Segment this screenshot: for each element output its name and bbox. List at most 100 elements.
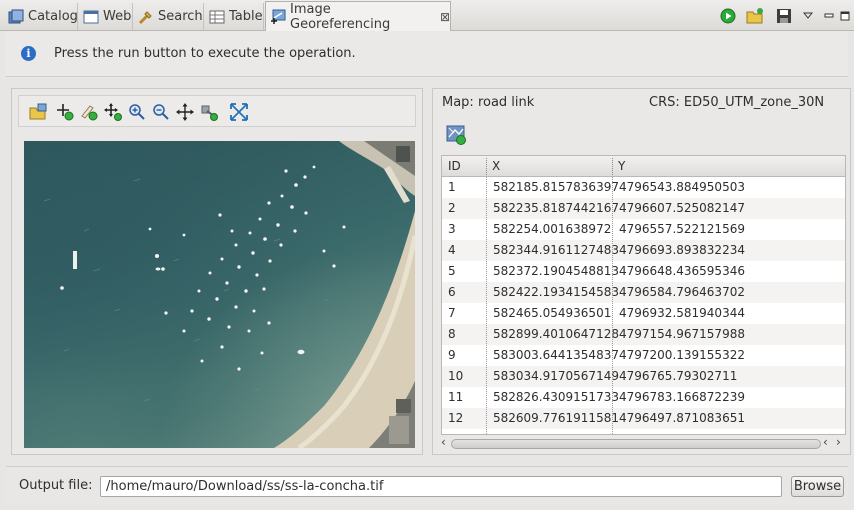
map-name-label: Map: road link bbox=[442, 95, 535, 110]
aerial-image-view[interactable] bbox=[24, 141, 415, 448]
cell-x: 582344.9161127483 bbox=[493, 243, 619, 257]
table-row[interactable]: 4 582344.9161127483 4796693.893832234 bbox=[442, 240, 845, 261]
select-point-icon[interactable] bbox=[200, 103, 218, 121]
cell-x: 583003.6441354837 bbox=[493, 348, 619, 362]
column-separator[interactable] bbox=[486, 158, 487, 175]
cell-y: 4796497.871083651 bbox=[619, 411, 745, 425]
table-row[interactable]: 1 582185.8157836397 4796543.884950503 bbox=[442, 177, 845, 198]
web-icon bbox=[83, 9, 99, 25]
scrollbar-thumb[interactable] bbox=[451, 439, 821, 449]
crs-label: CRS: ED50_UTM_zone_30N bbox=[649, 95, 825, 110]
zoom-out-icon[interactable] bbox=[152, 103, 170, 121]
tab-search[interactable]: Search bbox=[134, 3, 204, 30]
cell-y: 4797200.139155322 bbox=[619, 348, 745, 362]
cell-x: 582465.054936501 bbox=[493, 306, 612, 320]
cell-x: 582185.8157836397 bbox=[493, 180, 619, 194]
add-control-point-icon bbox=[446, 125, 466, 145]
horizontal-scrollbar[interactable]: ‹ ‹ › bbox=[441, 435, 846, 451]
aerial-image bbox=[24, 141, 415, 448]
cell-id: 6 bbox=[448, 285, 456, 299]
table-row[interactable]: 8 582899.4010647128 4797154.967157988 bbox=[442, 324, 845, 345]
zoom-extent-icon[interactable] bbox=[230, 103, 248, 121]
cell-y: 4796783.166872239 bbox=[619, 390, 745, 404]
message-text: Press the run button to execute the oper… bbox=[54, 46, 356, 61]
cell-id: 9 bbox=[448, 348, 456, 362]
table-row[interactable]: 11 582826.4309151733 4796783.166872239 bbox=[442, 387, 845, 408]
column-header-id[interactable]: ID bbox=[448, 159, 461, 173]
output-file-label: Output file: bbox=[19, 478, 93, 493]
cell-id: 10 bbox=[448, 369, 464, 383]
tab-image-georeferencing[interactable]: Image Georeferencing ⊠ bbox=[265, 1, 451, 32]
cell-id: 4 bbox=[448, 243, 456, 257]
cell-y: 4796584.796463702 bbox=[619, 285, 745, 299]
tab-table[interactable]: Table bbox=[205, 3, 264, 30]
table-body: 1 582185.8157836397 4796543.884950503 2 582… bbox=[442, 177, 845, 434]
cell-x: 582254.001638972 bbox=[493, 222, 612, 236]
cell-id: 11 bbox=[448, 390, 464, 404]
cell-x: 582372.1904548813 bbox=[493, 264, 619, 278]
save-icon bbox=[777, 9, 791, 23]
column-header-y[interactable]: Y bbox=[618, 159, 625, 173]
add-control-point-button[interactable] bbox=[445, 124, 467, 146]
cell-x: 582609.7761911581 bbox=[493, 411, 619, 425]
table-row[interactable]: 9 583003.6441354837 4797200.139155322 bbox=[442, 345, 845, 366]
cell-x: 582235.8187442167 bbox=[493, 201, 619, 215]
cell-x: 583034.9170567149 bbox=[493, 369, 619, 383]
browse-button[interactable]: Browse bbox=[791, 476, 844, 497]
table-row[interactable]: 2 582235.8187442167 4796607.525082147 bbox=[442, 198, 845, 219]
tab-web-label: Web bbox=[103, 9, 132, 24]
pan-icon[interactable] bbox=[176, 103, 194, 121]
image-pane bbox=[11, 88, 423, 455]
scroll-left-end-icon[interactable]: ‹ bbox=[823, 435, 828, 449]
cell-id: 2 bbox=[448, 201, 456, 215]
column-separator[interactable] bbox=[612, 158, 613, 175]
cell-y: 4796543.884950503 bbox=[619, 180, 745, 194]
view-menu-button[interactable] bbox=[801, 6, 815, 26]
edit-point-icon[interactable] bbox=[80, 103, 98, 121]
tab-web[interactable]: Web bbox=[79, 3, 133, 30]
tab-catalog[interactable]: Catalog bbox=[4, 3, 78, 30]
view-menu-icon bbox=[803, 12, 813, 19]
scroll-right-icon[interactable]: › bbox=[836, 435, 841, 449]
output-file-field[interactable] bbox=[100, 476, 782, 497]
move-point-icon[interactable] bbox=[104, 103, 122, 121]
minimize-icon bbox=[824, 13, 834, 18]
close-tab-icon[interactable]: ⊠ bbox=[440, 10, 450, 24]
table-row[interactable]: 7 582465.054936501 4796932.581940344 bbox=[442, 303, 845, 324]
maximize-button[interactable] bbox=[838, 6, 852, 26]
info-icon: i bbox=[21, 46, 36, 61]
cell-y: 4796557.522121569 bbox=[619, 222, 745, 236]
search-icon bbox=[138, 9, 154, 25]
tab-table-label: Table bbox=[229, 9, 263, 24]
column-header-x[interactable]: X bbox=[492, 159, 500, 173]
georeferencing-icon bbox=[270, 9, 286, 25]
run-button[interactable] bbox=[718, 6, 738, 26]
catalog-icon bbox=[8, 9, 24, 25]
cell-id: 1 bbox=[448, 180, 456, 194]
scroll-left-icon[interactable]: ‹ bbox=[441, 435, 446, 449]
open-button[interactable] bbox=[745, 6, 765, 26]
table-row[interactable]: 3 582254.001638972 4796557.522121569 bbox=[442, 219, 845, 240]
control-points-pane: Map: road link CRS: ED50_UTM_zone_30N ID… bbox=[432, 88, 851, 455]
save-button[interactable] bbox=[774, 6, 794, 26]
open-folder-icon bbox=[746, 8, 763, 24]
message-bar: i Press the run button to execute the op… bbox=[6, 31, 848, 77]
minimize-button[interactable] bbox=[822, 6, 836, 26]
add-point-icon[interactable] bbox=[56, 103, 74, 121]
cell-y: 4796648.436595346 bbox=[619, 264, 745, 278]
cell-y: 4796932.581940344 bbox=[619, 306, 745, 320]
table-row[interactable]: 6 582422.1934154583 4796584.796463702 bbox=[442, 282, 845, 303]
tab-image-georeferencing-label: Image Georeferencing bbox=[290, 1, 391, 32]
zoom-in-icon[interactable] bbox=[128, 103, 146, 121]
cell-id: 3 bbox=[448, 222, 456, 236]
cell-y: 4796607.525082147 bbox=[619, 201, 745, 215]
table-row[interactable]: 5 582372.1904548813 4796648.436595346 bbox=[442, 261, 845, 282]
maximize-icon bbox=[840, 11, 850, 21]
tab-catalog-label: Catalog bbox=[28, 9, 78, 24]
control-points-table[interactable]: ID X Y 1 582185.8157836397 4796543.8849505… bbox=[441, 155, 846, 435]
table-row[interactable]: 10 583034.9170567149 4796765.79302711 bbox=[442, 366, 845, 387]
table-row[interactable]: 12 582609.7761911581 4796497.871083651 bbox=[442, 408, 845, 429]
cell-id: 8 bbox=[448, 327, 456, 341]
open-image-icon[interactable] bbox=[29, 103, 47, 121]
cell-id: 12 bbox=[448, 411, 464, 425]
